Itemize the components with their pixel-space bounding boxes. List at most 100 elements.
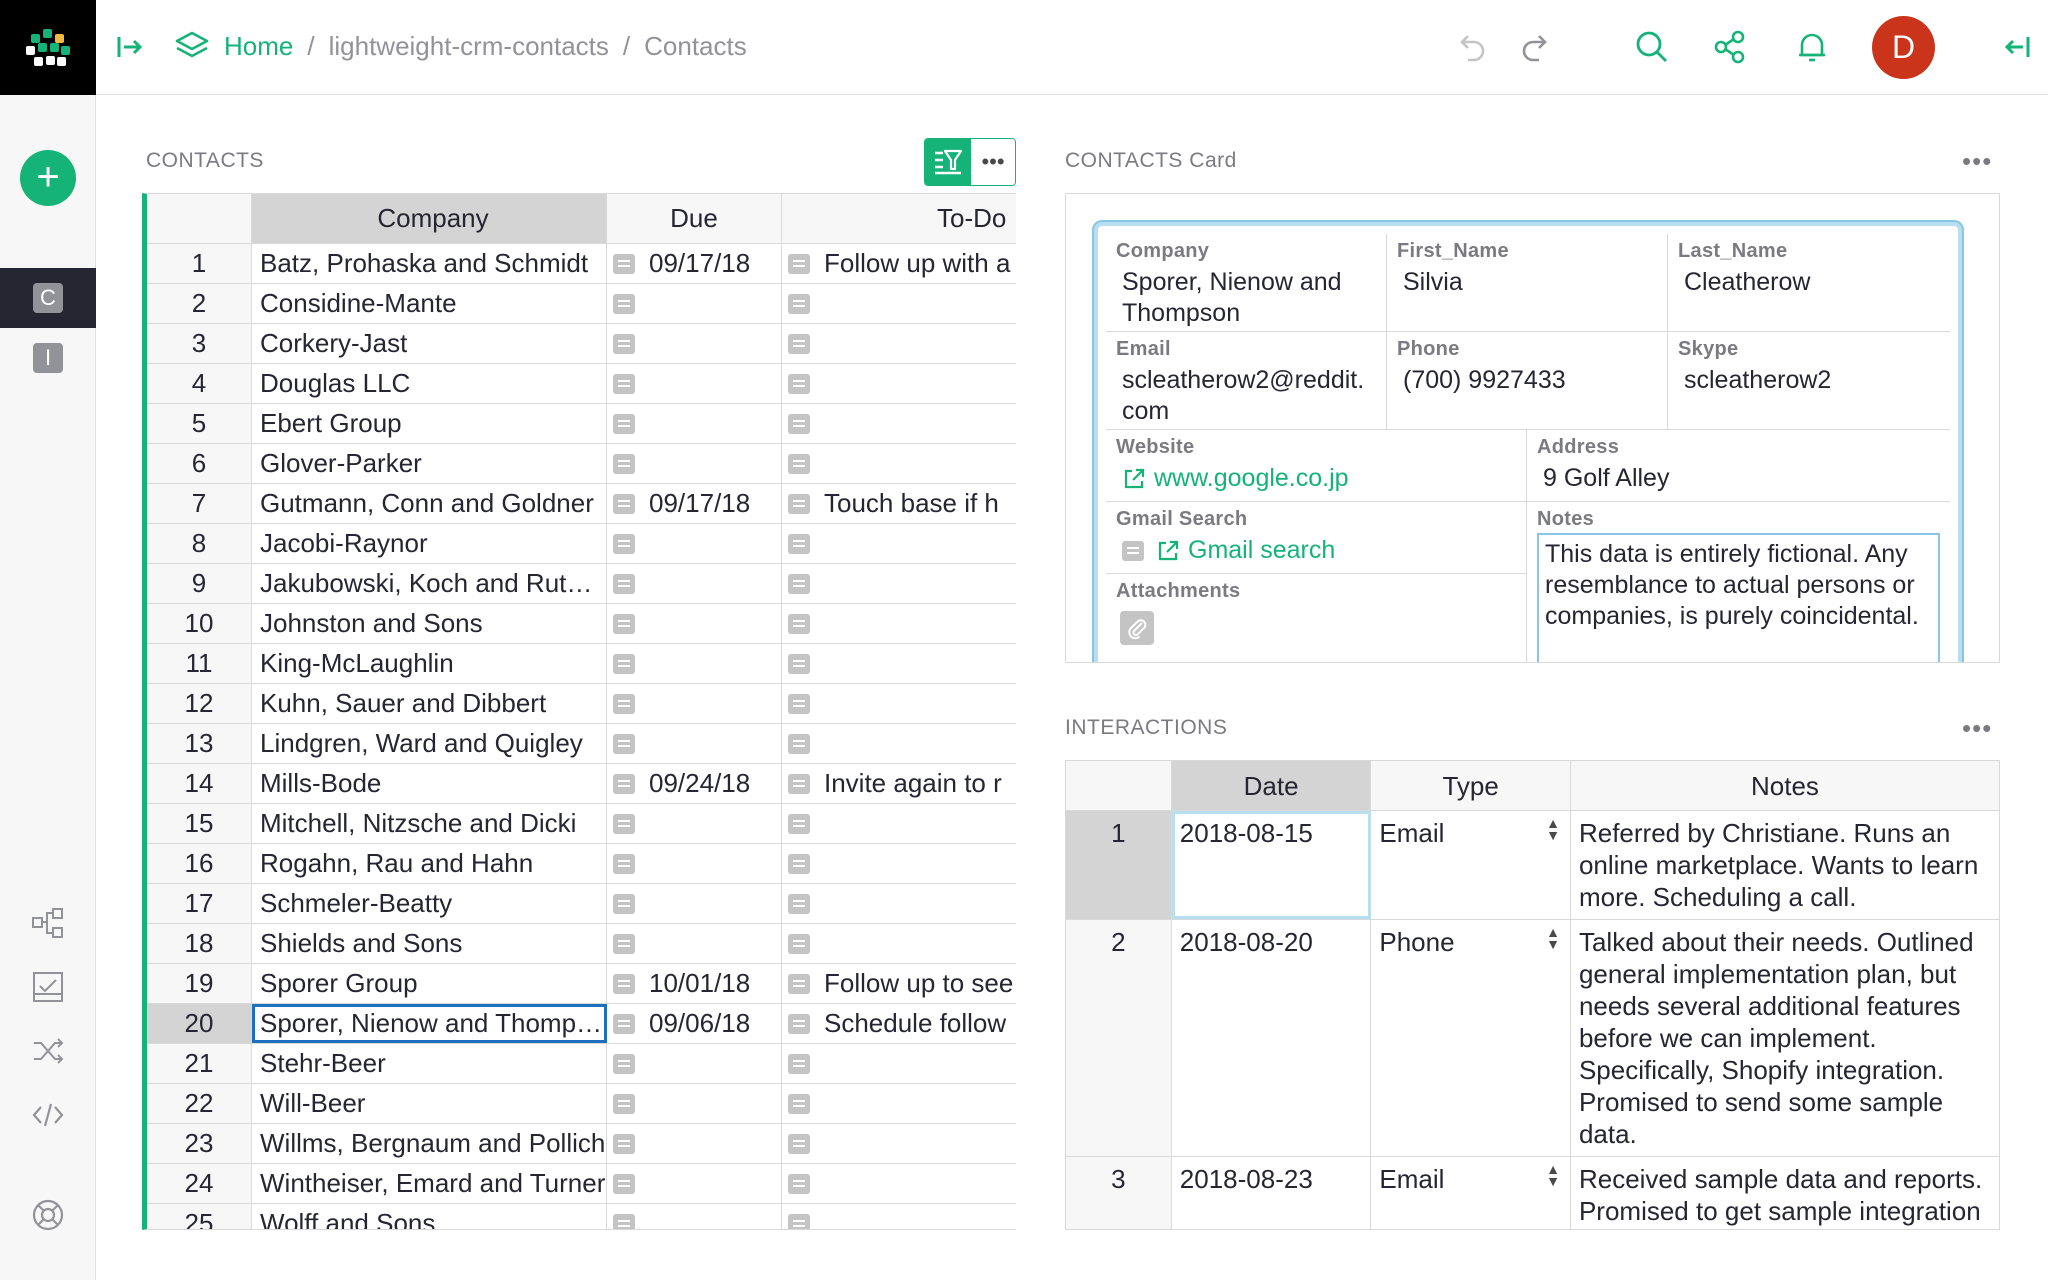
row-number[interactable]: 5	[147, 404, 252, 443]
sort-filter-button[interactable]	[925, 139, 971, 185]
cell-todo[interactable]: Touch base if h	[782, 484, 1016, 523]
cell-due[interactable]	[607, 644, 782, 683]
cell-todo[interactable]: Invite again to r	[782, 764, 1016, 803]
cell-company[interactable]: Schmeler-Beatty	[252, 884, 607, 923]
row-number[interactable]: 3	[1066, 1157, 1172, 1229]
table-row[interactable]: 9 Jakubowski, Koch and Rutherford	[147, 564, 1016, 604]
cell-todo[interactable]	[782, 284, 1016, 323]
row-number[interactable]: 15	[147, 804, 252, 843]
card-menu-button[interactable]: •••	[1962, 146, 1992, 177]
table-row[interactable]: 2 2018-08-20 Phone ▲ ▼ Talked about their nee…	[1066, 920, 1999, 1157]
cell-due[interactable]	[607, 924, 782, 963]
table-row[interactable]: 5 Ebert Group	[147, 404, 1016, 444]
cell-todo[interactable]	[782, 844, 1016, 883]
column-header-todo[interactable]: To-Do	[782, 194, 1016, 243]
cell-company[interactable]: Wintheiser, Emard and Turner	[252, 1164, 607, 1203]
row-number[interactable]: 19	[147, 964, 252, 1003]
cell-type[interactable]: Email ▲ ▼	[1371, 1157, 1571, 1229]
cell-todo[interactable]: Schedule follow	[782, 1004, 1016, 1043]
cell-todo[interactable]	[782, 524, 1016, 563]
choice-spinner-icon[interactable]: ▲ ▼	[1546, 925, 1560, 951]
cell-todo[interactable]	[782, 1044, 1016, 1083]
field-phone[interactable]: Phone (700) 9927433	[1387, 332, 1668, 430]
cell-company[interactable]: Kuhn, Sauer and Dibbert	[252, 684, 607, 723]
cell-todo[interactable]	[782, 1084, 1016, 1123]
cell-due[interactable]: 10/01/18	[607, 964, 782, 1003]
table-row[interactable]: 4 Douglas LLC	[147, 364, 1016, 404]
cell-todo[interactable]	[782, 684, 1016, 723]
add-new-button[interactable]: +	[20, 150, 76, 206]
collapse-panel-button[interactable]	[114, 31, 146, 63]
table-row[interactable]: 17 Schmeler-Beatty	[147, 884, 1016, 924]
cell-todo[interactable]	[782, 804, 1016, 843]
cell-company[interactable]: King-McLaughlin	[252, 644, 607, 683]
cell-company[interactable]: Will-Beer	[252, 1084, 607, 1123]
cell-todo[interactable]	[782, 324, 1016, 363]
field-notes[interactable]: Notes This data is entirely fictional. A…	[1527, 502, 1950, 662]
cell-notes[interactable]: Talked about their needs. Outlined genera…	[1571, 920, 1999, 1156]
cell-company[interactable]: Corkery-Jast	[252, 324, 607, 363]
cell-todo[interactable]	[782, 404, 1016, 443]
cell-company[interactable]: Gutmann, Conn and Goldner	[252, 484, 607, 523]
field-attachments[interactable]: Attachments	[1106, 574, 1527, 662]
row-number[interactable]: 2	[1066, 920, 1172, 1156]
cell-due[interactable]: 09/24/18	[607, 764, 782, 803]
cell-due[interactable]	[607, 1124, 782, 1163]
breadcrumb-doc[interactable]: lightweight-crm-contacts	[329, 31, 609, 62]
row-number[interactable]: 11	[147, 644, 252, 683]
code-view-button[interactable]	[28, 1095, 68, 1135]
app-logo[interactable]	[0, 0, 96, 95]
cell-company[interactable]: Douglas LLC	[252, 364, 607, 403]
cell-todo[interactable]	[782, 564, 1016, 603]
row-number[interactable]: 21	[147, 1044, 252, 1083]
table-row[interactable]: 15 Mitchell, Nitzsche and Dicki	[147, 804, 1016, 844]
tour-button[interactable]	[28, 967, 68, 1007]
cell-type[interactable]: Phone ▲ ▼	[1371, 920, 1571, 1156]
cell-company[interactable]: Lindgren, Ward and Quigley	[252, 724, 607, 763]
table-row[interactable]: 24 Wintheiser, Emard and Turner	[147, 1164, 1016, 1204]
cell-company[interactable]: Sporer Group	[252, 964, 607, 1003]
share-button[interactable]	[1711, 28, 1749, 66]
row-number[interactable]: 7	[147, 484, 252, 523]
table-row[interactable]: 23 Willms, Bergnaum and Pollich	[147, 1124, 1016, 1164]
column-header-type[interactable]: Type	[1371, 761, 1571, 810]
row-number[interactable]: 13	[147, 724, 252, 763]
help-button[interactable]	[28, 1195, 68, 1235]
cell-date[interactable]: 2018-08-15	[1171, 811, 1372, 919]
cell-company[interactable]: Considine-Mante	[252, 284, 607, 323]
table-row[interactable]: 20 Sporer, Nienow and Thompson 09/06/18 Sch…	[147, 1004, 1016, 1044]
cell-todo[interactable]	[782, 444, 1016, 483]
row-number[interactable]: 22	[147, 1084, 252, 1123]
column-header-company[interactable]: Company	[252, 194, 607, 243]
cell-due[interactable]	[607, 284, 782, 323]
cell-todo[interactable]	[782, 884, 1016, 923]
table-row[interactable]: 16 Rogahn, Rau and Hahn	[147, 844, 1016, 884]
search-button[interactable]	[1633, 28, 1671, 66]
cell-company[interactable]: Sporer, Nienow and Thompson	[252, 1004, 607, 1043]
row-number[interactable]: 23	[147, 1124, 252, 1163]
raw-data-button[interactable]	[28, 903, 68, 943]
cell-company[interactable]: Ebert Group	[252, 404, 607, 443]
cell-todo[interactable]	[782, 924, 1016, 963]
choice-spinner-icon[interactable]: ▲ ▼	[1546, 1162, 1560, 1188]
redo-button[interactable]	[1517, 28, 1555, 66]
field-company[interactable]: Company Sporer, Nienow and Thompson	[1106, 234, 1387, 332]
cell-due[interactable]	[607, 1204, 782, 1229]
column-header-notes[interactable]: Notes	[1570, 761, 1999, 810]
table-row[interactable]: 22 Will-Beer	[147, 1084, 1016, 1124]
cell-company[interactable]: Willms, Bergnaum and Pollich	[252, 1124, 607, 1163]
row-number[interactable]: 10	[147, 604, 252, 643]
row-number[interactable]: 18	[147, 924, 252, 963]
cell-company[interactable]: Jakubowski, Koch and Rutherford	[252, 564, 607, 603]
table-row[interactable]: 12 Kuhn, Sauer and Dibbert	[147, 684, 1016, 724]
cell-due[interactable]	[607, 684, 782, 723]
row-number[interactable]: 20	[147, 1004, 252, 1043]
row-number[interactable]: 4	[147, 364, 252, 403]
table-row[interactable]: 2 Considine-Mante	[147, 284, 1016, 324]
cell-due[interactable]: 09/06/18	[607, 1004, 782, 1043]
choice-spinner-icon[interactable]: ▲ ▼	[1546, 816, 1560, 842]
table-row[interactable]: 1 Batz, Prohaska and Schmidt 09/17/18 Follo…	[147, 244, 1016, 284]
row-number[interactable]: 2	[147, 284, 252, 323]
cell-due[interactable]: 09/17/18	[607, 244, 782, 283]
cell-todo[interactable]	[782, 604, 1016, 643]
